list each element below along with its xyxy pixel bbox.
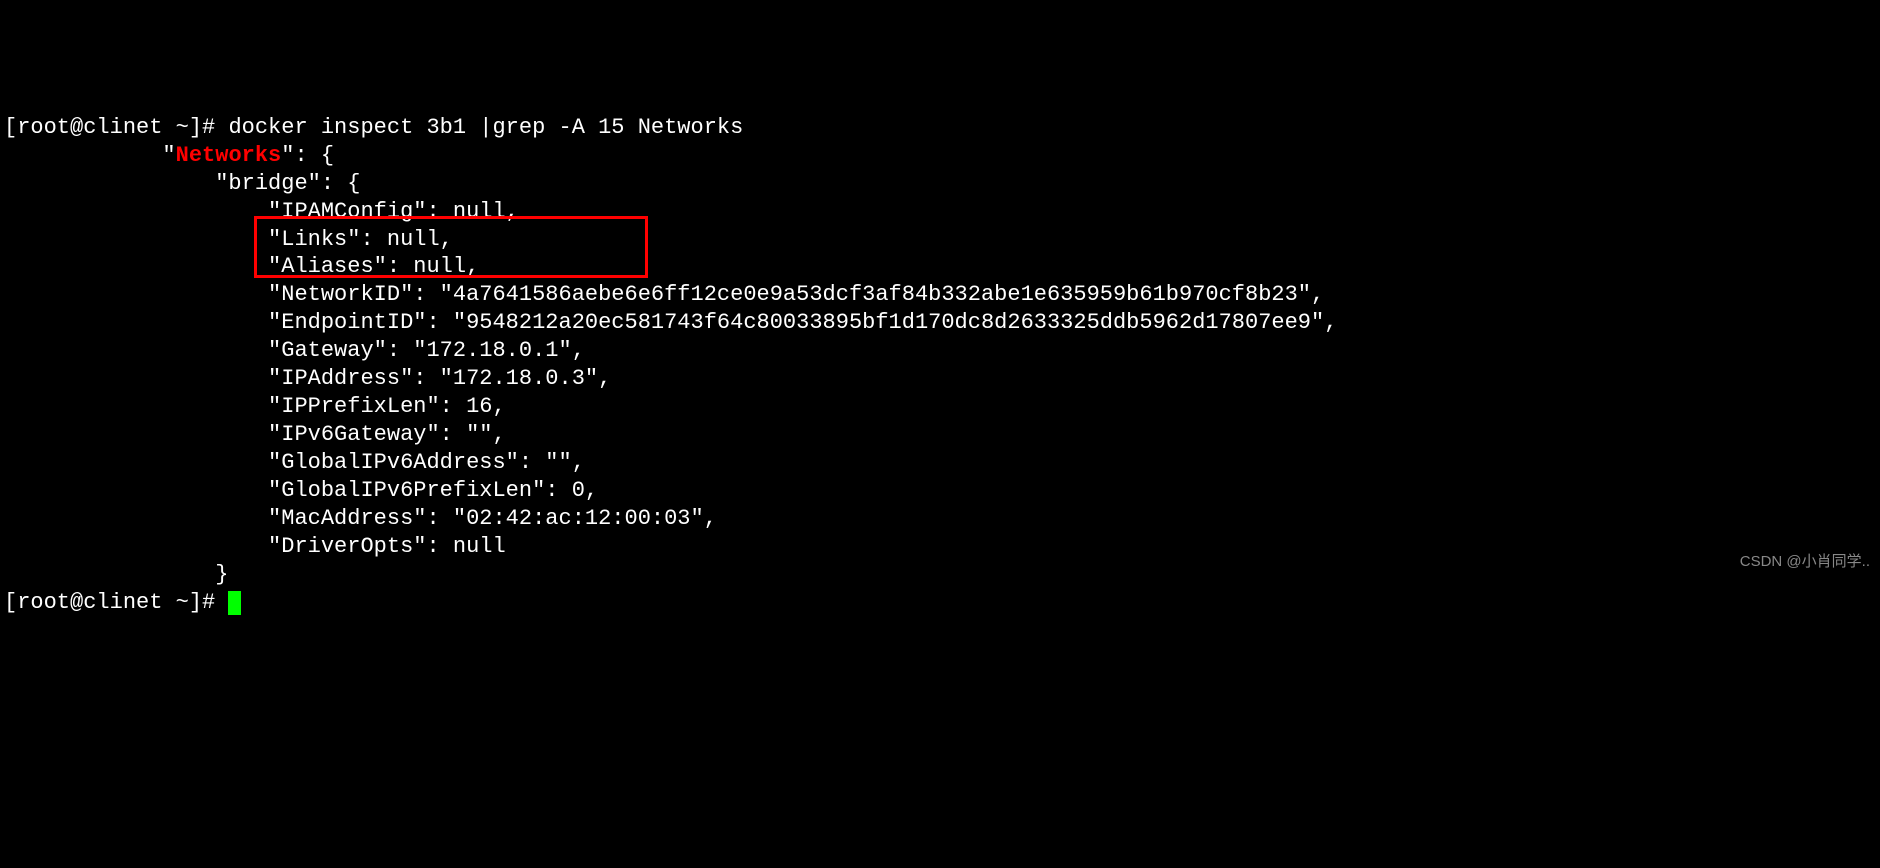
terminal-cursor[interactable] — [228, 591, 241, 615]
command-text: docker inspect 3b1 |grep -A 15 Networks — [228, 115, 743, 140]
output-line: ": { — [281, 143, 334, 168]
output-line: "bridge": { — [4, 171, 360, 196]
output-line: "IPAMConfig": null, — [4, 199, 519, 224]
prompt-user-host: [root@clinet ~]# — [4, 115, 228, 140]
output-line: "GlobalIPv6Address": "", — [4, 450, 585, 475]
output-line: } — [4, 562, 228, 587]
output-line: "DriverOpts": null — [4, 534, 506, 559]
terminal-output[interactable]: [root@clinet ~]# docker inspect 3b1 |gre… — [4, 114, 1876, 617]
output-line: "IPPrefixLen": 16, — [4, 394, 506, 419]
output-line: "Aliases": null, — [4, 254, 479, 279]
output-line: "MacAddress": "02:42:ac:12:00:03", — [4, 506, 717, 531]
output-line: " — [4, 143, 176, 168]
watermark-text: CSDN @小肖同学.. — [1740, 552, 1870, 571]
output-line: "GlobalIPv6PrefixLen": 0, — [4, 478, 598, 503]
grep-match: Networks — [176, 143, 282, 168]
output-line: "EndpointID": "9548212a20ec581743f64c800… — [4, 310, 1337, 335]
output-line: "Links": null, — [4, 227, 453, 252]
output-line-gateway: "Gateway": "172.18.0.1", — [4, 338, 585, 363]
output-line-ipaddress: "IPAddress": "172.18.0.3", — [4, 366, 611, 391]
prompt-user-host: [root@clinet ~]# — [4, 590, 228, 615]
output-line: "IPv6Gateway": "", — [4, 422, 506, 447]
output-line: "NetworkID": "4a7641586aebe6e6ff12ce0e9a… — [4, 282, 1324, 307]
